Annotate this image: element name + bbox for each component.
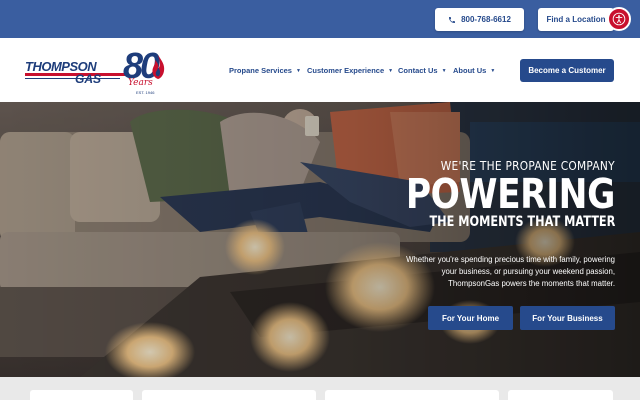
hero-description: Whether you're spending precious time wi…	[406, 255, 615, 288]
hero-section: WE'RE THE PROPANE COMPANY POWERING THE M…	[0, 102, 640, 377]
find-location-button[interactable]: Find a Location	[538, 8, 614, 31]
hero-background-image	[0, 102, 640, 377]
thompsongas-logo[interactable]: THOMPSON GAS 80 Years EST. 1946	[25, 45, 170, 95]
nav-label: Propane Services	[229, 66, 292, 75]
chevron-down-icon: ▼	[388, 67, 394, 74]
feature-card[interactable]	[508, 390, 613, 400]
nav-label: Customer Experience	[307, 66, 385, 75]
phone-button[interactable]: 800-768-6612	[435, 8, 524, 31]
nav-contact-us[interactable]: Contact Us ▼	[398, 66, 447, 75]
feature-card[interactable]	[142, 390, 316, 400]
hero-headline: POWERING	[405, 170, 616, 218]
accessibility-icon	[612, 12, 626, 26]
for-your-home-button[interactable]: For Your Home	[428, 306, 513, 330]
nav-label: About Us	[453, 66, 487, 75]
logo-wordmark-gas: GAS	[75, 72, 102, 86]
nav-propane-services[interactable]: Propane Services ▼	[229, 66, 301, 75]
logo-established: EST. 1946	[136, 90, 155, 95]
cards-section	[0, 377, 640, 400]
hero-subhead: THE MOMENTS THAT MATTER	[429, 214, 615, 230]
chevron-down-icon: ▼	[441, 67, 447, 74]
flame-icon	[152, 55, 165, 79]
logo-anniversary-word: Years	[128, 78, 153, 88]
for-your-business-button[interactable]: For Your Business	[520, 306, 615, 330]
feature-card[interactable]	[30, 390, 133, 400]
nav-customer-experience[interactable]: Customer Experience ▼	[307, 66, 393, 75]
chevron-down-icon: ▼	[295, 67, 301, 74]
feature-card[interactable]	[325, 390, 499, 400]
chevron-down-icon: ▼	[490, 67, 496, 74]
become-customer-button[interactable]: Become a Customer	[520, 59, 614, 82]
phone-icon	[449, 16, 456, 23]
nav-about-us[interactable]: About Us ▼	[453, 66, 495, 75]
main-header: THOMPSON GAS 80 Years EST. 1946 Propane …	[0, 38, 640, 102]
phone-number: 800-768-6612	[461, 15, 511, 24]
nav-label: Contact Us	[398, 66, 438, 75]
accessibility-button[interactable]	[607, 7, 631, 31]
logo-stripe-blue	[25, 78, 120, 79]
top-utility-bar: 800-768-6612 Find a Location	[0, 0, 640, 38]
